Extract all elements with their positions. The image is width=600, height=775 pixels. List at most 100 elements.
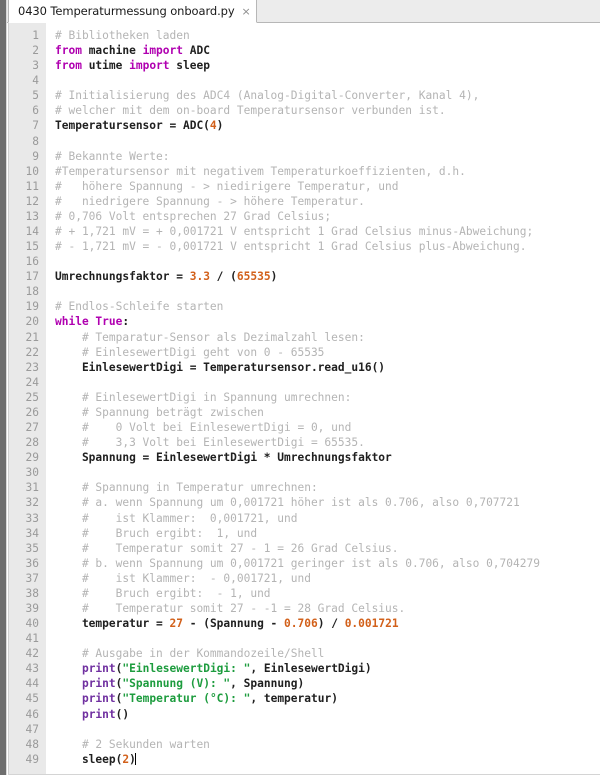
code-token-com: # ist Klammer: 0,001721, und [55,511,298,525]
code-line[interactable]: # b. wenn Spannung um 0,001721 geringer … [55,556,600,571]
code-token-com: # b. wenn Spannung um 0,001721 geringer … [55,556,540,570]
code-line[interactable] [55,284,600,299]
code-line[interactable]: print("Temperatur (°C): ", temperatur) [55,691,600,706]
code-line[interactable]: # EinlesewertDigi in Spannung umrechnen: [55,390,600,405]
code-line[interactable]: # Bekannte Werte: [55,149,600,164]
code-line[interactable]: # Bibliotheken laden [55,28,600,43]
code-line[interactable]: # 0 Volt bei EinlesewertDigi = 0, und [55,420,600,435]
code-token-com: # Bruch ergibt: 1, und [55,526,258,540]
code-line[interactable]: Temperatursensor = ADC(4) [55,118,600,133]
code-line[interactable]: print("EinlesewertDigi: ", EinlesewertDi… [55,661,600,676]
line-number: 42 [25,647,39,661]
editor-tab-bar[interactable]: 0430 Temperaturmessung onboard.py × [0,0,600,23]
code-line[interactable]: while True: [55,314,600,329]
code-token-pln: sleep( [55,752,123,766]
code-line[interactable]: Umrechnungsfaktor = 3.3 / (65535) [55,269,600,284]
code-line[interactable] [55,631,600,646]
code-line[interactable]: # Endlos-Schleife starten [55,299,600,314]
code-token-str: "EinlesewertDigi: " [122,662,251,676]
line-number: 25 [25,390,39,404]
line-number: 6 [32,104,39,118]
code-token-bi: print [81,692,116,706]
code-line[interactable]: # Spannung in Temperatur umrechnen: [55,480,600,495]
code-token-pln: ) [270,270,278,284]
line-number: 43 [25,662,39,676]
code-line[interactable]: # Spannung beträgt zwischen [55,405,600,420]
editor-tab-label: 0430 Temperaturmessung onboard.py [18,4,235,18]
close-icon[interactable]: × [242,6,251,17]
code-token-pln: , EinlesewertDigi) [250,662,372,676]
code-line[interactable]: from utime import sleep [55,58,600,73]
code-line[interactable]: # EinlesewertDigi geht von 0 - 65535 [55,345,600,360]
code-token-com: # EinlesewertDigi in Spannung umrechnen: [55,390,352,404]
code-token-com: # Bruch ergibt: - 1, und [55,586,271,600]
code-line[interactable]: # 0,706 Volt entsprechen 27 Grad Celsius… [55,209,600,224]
code-token-com: # ist Klammer: - 0,001721, und [55,571,311,585]
code-line[interactable]: # Bruch ergibt: 1, und [55,526,600,541]
line-number: 24 [25,375,39,389]
code-token-pln: Spannung = EinlesewertDigi * Umrechnungs… [55,451,392,465]
line-number-gutter: 1 2 3 4 5 6 7 8 9 10 11 12 13 14 15 16 17 18 19 20 21 22 23 24 2… [9,23,47,774]
code-line[interactable]: temperatur = 27 - (Spannung - 0.706) / 0… [55,616,600,631]
code-token-com: # welcher mit dem on-board Temperatursen… [55,104,446,118]
code-line[interactable]: # 3,3 Volt bei EinlesewertDigi = 65535. [55,435,600,450]
code-line[interactable]: sleep(2) [55,752,600,767]
code-editor-window: 0430 Temperaturmessung onboard.py × 1234… [0,0,600,775]
code-line[interactable]: # niedrigere Spannung - > höhere Tempera… [55,194,600,209]
code-token-com: # niedrigere Spannung - > höhere Tempera… [55,194,365,208]
code-line[interactable]: # Bruch ergibt: - 1, und [55,586,600,601]
code-line[interactable]: from machine import ADC [55,43,600,58]
code-token-num: 3.3 [189,270,210,284]
line-number: 5 [32,89,39,103]
code-token-str: "Spannung (V): " [122,677,231,691]
code-token-pln: : [122,315,130,329]
line-number: 4 [32,74,39,88]
code-line[interactable] [55,465,600,480]
line-number: 23 [25,360,39,374]
line-number: 9 [32,149,39,163]
code-token-com: # 0,706 Volt entsprechen 27 Grad Celsius… [55,209,332,223]
code-line[interactable]: # Temperatur somit 27 - 1 = 26 Grad Cels… [55,541,600,556]
code-line[interactable] [55,722,600,737]
line-number: 40 [25,617,39,631]
code-token-kw: while True [55,315,123,329]
line-number: 30 [25,466,39,480]
editor-body[interactable]: 1 2 3 4 5 6 7 8 9 10 11 12 13 14 15 16 17 18 19 20 21 22 23 24 2… [8,23,600,775]
code-text-area[interactable]: # Bibliotheken laden from machine import … [47,23,600,774]
code-line[interactable]: # Temperatur somit 27 - -1 = 28 Grad Cel… [55,601,600,616]
code-line[interactable]: # a. wenn Spannung um 0,001721 höher ist… [55,495,600,510]
code-line[interactable]: # welcher mit dem on-board Temperatursen… [55,103,600,118]
line-number: 36 [25,556,39,570]
code-token-com: # Spannung in Temperatur umrechnen: [55,481,318,495]
code-line[interactable]: print("Spannung (V): ", Spannung) [55,676,600,691]
code-line[interactable] [55,254,600,269]
code-line[interactable]: # ist Klammer: 0,001721, und [55,511,600,526]
code-token-pln: , Spannung) [230,677,305,691]
code-line[interactable] [55,73,600,88]
code-line[interactable]: print() [55,707,600,722]
code-token-com: # 0 Volt bei EinlesewertDigi = 0, und [55,421,352,435]
code-token-num: 4 [209,119,217,133]
code-token-com: # Endlos-Schleife starten [55,300,224,314]
code-line[interactable]: # Temparatur-Sensor als Dezimalzahl lese… [55,330,600,345]
code-line[interactable]: # höhere Spannung - > niedirigere Temper… [55,179,600,194]
code-line[interactable]: # ist Klammer: - 0,001721, und [55,571,600,586]
code-line[interactable] [55,375,600,390]
code-line[interactable]: # 2 Sekunden warten [55,737,600,752]
line-number: 3 [32,59,39,73]
code-line[interactable]: # Initialisierung des ADC4 (Analog-Digit… [55,88,600,103]
code-line[interactable]: Spannung = EinlesewertDigi * Umrechnungs… [55,450,600,465]
code-line[interactable] [55,134,600,149]
code-token-num: 0.001721 [344,617,399,631]
line-number: 44 [25,677,39,691]
code-line[interactable]: # Ausgabe in der Kommandozeile/Shell [55,646,600,661]
line-number: 16 [25,255,39,269]
editor-tab-active[interactable]: 0430 Temperaturmessung onboard.py × [8,0,257,23]
code-line[interactable]: EinlesewertDigi = Temperatursensor.read_… [55,360,600,375]
code-line[interactable]: # + 1,721 mV = + 0,001721 V entspricht 1… [55,224,600,239]
code-token-com: # Temparatur-Sensor als Dezimalzahl lese… [55,330,365,344]
line-number: 49 [25,752,39,766]
code-token-com: # 3,3 Volt bei EinlesewertDigi = 65535. [55,436,365,450]
code-line[interactable]: #Temperatursensor mit negativem Temperat… [55,164,600,179]
code-line[interactable]: # - 1,721 mV = - 0,001721 V entspricht 1… [55,239,600,254]
